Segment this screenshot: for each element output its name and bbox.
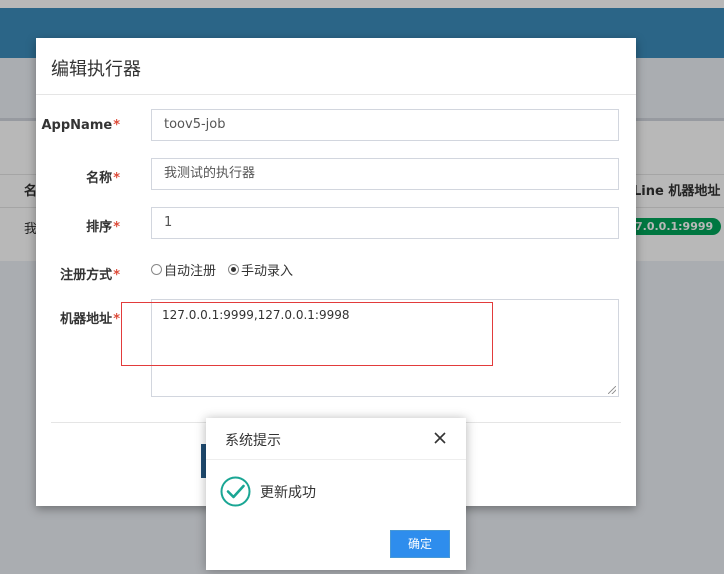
radio-manual-entry[interactable]: 手动录入 [228,260,293,279]
alert-body: 更新成功 [220,476,316,507]
alert-header: 系统提示 [206,418,466,460]
radio-button-icon[interactable] [151,264,162,275]
alert-message: 更新成功 [260,484,316,501]
success-check-icon [220,476,251,507]
radio-button-checked-icon[interactable] [228,264,240,275]
appname-label: AppName* [41,118,121,133]
order-label: 排序* [86,220,120,235]
annotation-highlight-box [121,302,493,366]
address-label: 机器地址* [60,312,120,327]
close-icon[interactable] [432,430,448,446]
appname-input[interactable]: toov5-job [151,109,619,141]
modal-header: 编辑执行器 [36,38,636,95]
system-alert-dialog: 系统提示 更新成功 确定 [206,418,466,570]
resize-grip-icon[interactable] [608,386,616,394]
name-label: 名称* [86,171,120,186]
register-type-radio-group: 自动注册 手动录入 [151,260,305,279]
radio-auto-register[interactable]: 自动注册 [151,260,216,279]
name-input[interactable]: 我测试的执行器 [151,158,619,190]
order-input[interactable]: 1 [151,207,619,239]
modal-title: 编辑执行器 [51,59,141,80]
register-type-label: 注册方式* [60,268,120,283]
alert-title: 系统提示 [225,433,281,449]
confirm-button[interactable]: 确定 [390,530,450,558]
